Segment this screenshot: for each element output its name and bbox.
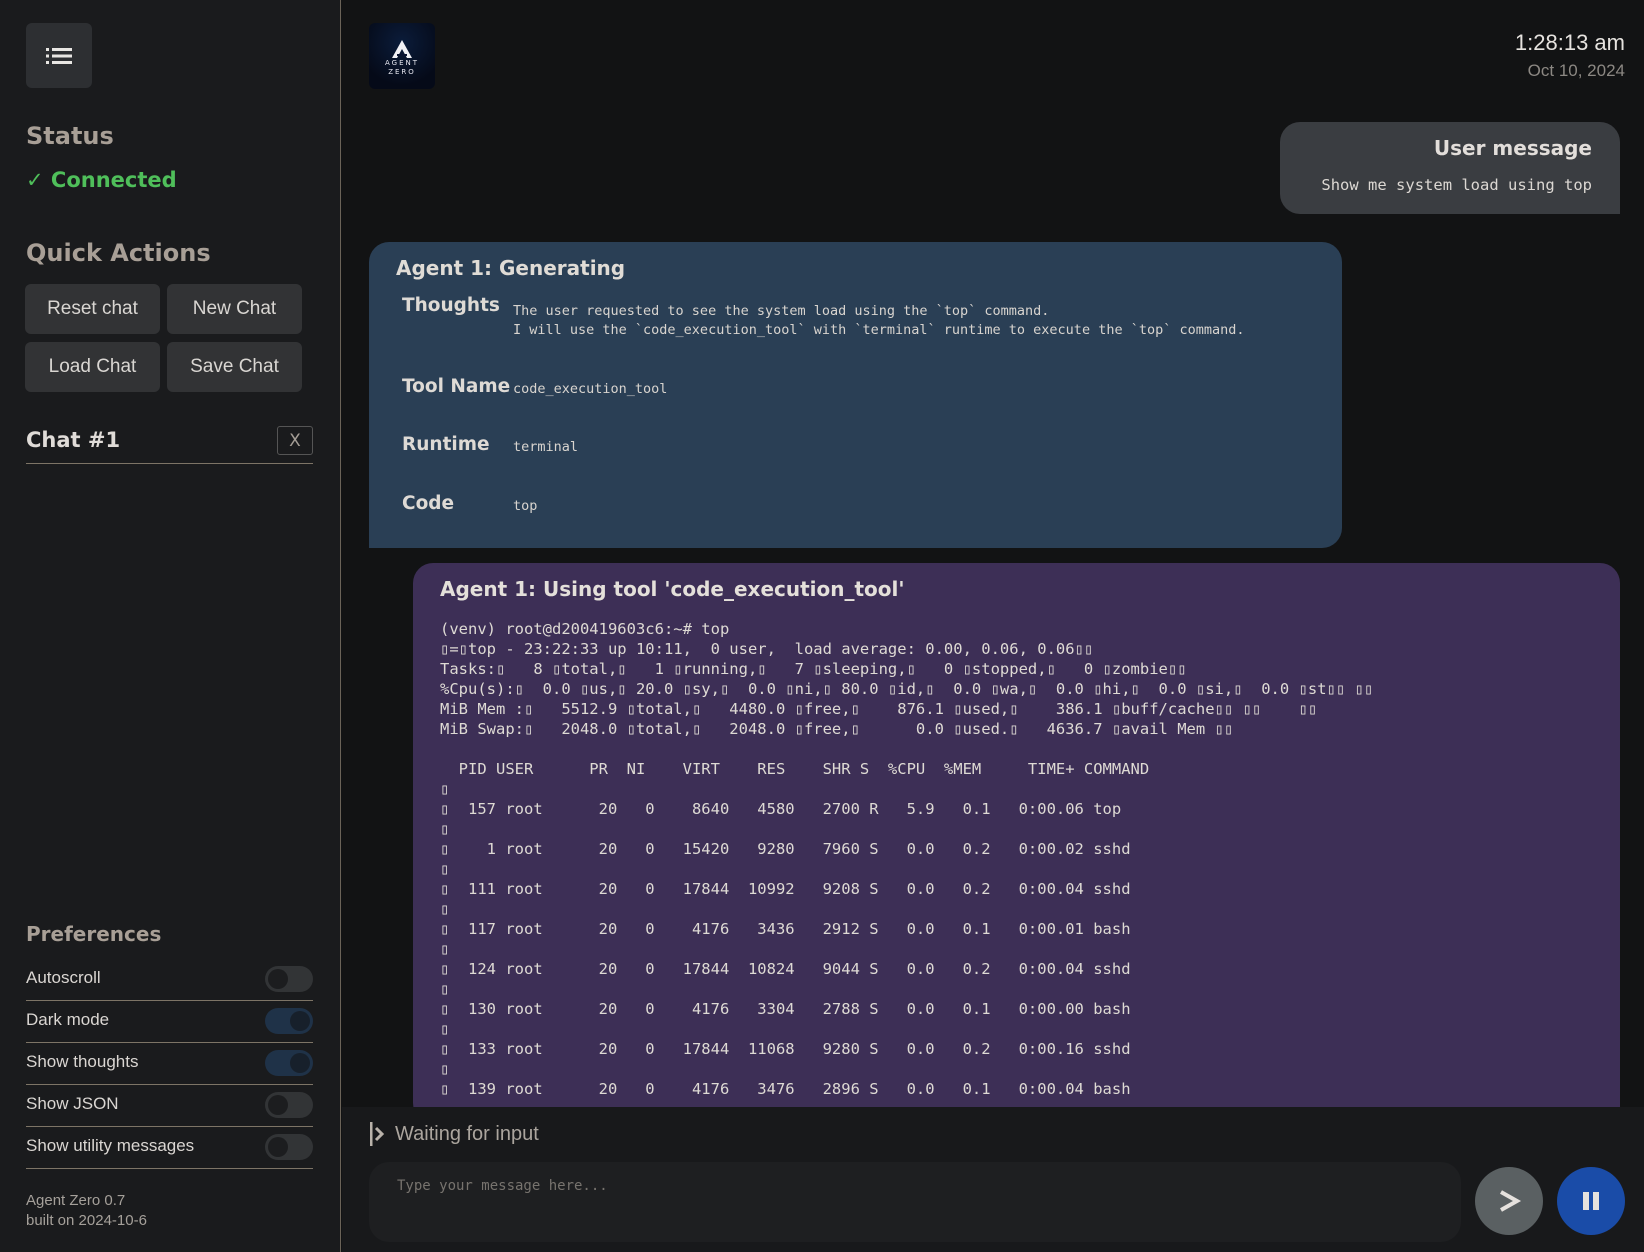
clock: 1:28:13 am Oct 10, 2024 <box>1515 30 1625 81</box>
terminal-line: ▯ <box>440 1020 450 1038</box>
reset-chat-button[interactable]: Reset chat <box>25 284 160 334</box>
pref-label: Show JSON <box>26 1094 119 1113</box>
pref-show-json: Show JSON <box>26 1085 313 1127</box>
autoscroll-toggle[interactable] <box>265 966 313 992</box>
terminal-output: (venv) root@d200419603c6:~# top ▯=▯top - … <box>440 619 1373 1099</box>
pause-icon <box>1583 1192 1599 1210</box>
toggle-knob <box>268 1137 288 1157</box>
pref-dark-mode: Dark mode <box>26 1001 313 1043</box>
terminal-line: ▯ 157 root 20 0 8640 4580 2700 R 5.9 0.1… <box>440 800 1122 818</box>
load-chat-button[interactable]: Load Chat <box>25 342 160 392</box>
pref-show-thoughts: Show thoughts <box>26 1043 313 1085</box>
tool-output-message: Agent 1: Using tool 'code_execution_tool… <box>413 563 1620 1123</box>
terminal-line: MiB Mem :▯ 5512.9 ▯total,▯ 4480.0 ▯free,… <box>440 700 1318 718</box>
code-label: Code <box>402 493 455 514</box>
terminal-line: ▯=▯top - 23:22:33 up 10:11, 0 user, load… <box>440 640 1094 658</box>
terminal-line: ▯ 111 root 20 0 17844 10992 9208 S 0.0 0… <box>440 880 1131 898</box>
terminal-line: ▯ 133 root 20 0 17844 11068 9280 S 0.0 0… <box>440 1040 1131 1058</box>
send-button[interactable] <box>1475 1167 1543 1235</box>
pref-show-utility-messages: Show utility messages <box>26 1127 313 1169</box>
terminal-line: ▯ 1 root 20 0 15420 9280 7960 S 0.0 0.2 … <box>440 840 1131 858</box>
quick-actions-heading: Quick Actions <box>26 239 211 267</box>
toggle-knob <box>290 1011 310 1031</box>
terminal-line: ▯ <box>440 1060 450 1078</box>
logo-text: ZERO <box>388 68 416 76</box>
agent-generating-message: Agent 1: Generating Thoughts The user re… <box>369 242 1342 548</box>
progress-caret-icon <box>370 1122 385 1146</box>
close-chat-button[interactable]: X <box>277 426 313 455</box>
show-thoughts-toggle[interactable] <box>265 1050 313 1076</box>
toggle-knob <box>290 1053 310 1073</box>
chat-list-item[interactable]: Chat #1 X <box>26 426 313 464</box>
toggle-knob <box>268 969 288 989</box>
terminal-line: ▯ <box>440 900 450 918</box>
terminal-line: %Cpu(s):▯ 0.0 ▯us,▯ 20.0 ▯sy,▯ 0.0 ▯ni,▯… <box>440 680 1374 698</box>
terminal-line: PID USER PR NI VIRT RES SHR S %CPU %MEM … <box>440 760 1150 778</box>
terminal-line: (venv) root@d200419603c6:~# top <box>440 620 730 638</box>
show-utility-messages-toggle[interactable] <box>265 1134 313 1160</box>
terminal-line: MiB Swap:▯ 2048.0 ▯total,▯ 2048.0 ▯free,… <box>440 720 1234 738</box>
terminal-line: Tasks:▯ 8 ▯total,▯ 1 ▯running,▯ 7 ▯sleep… <box>440 660 1187 678</box>
terminal-line: ▯ 117 root 20 0 4176 3436 2912 S 0.0 0.1… <box>440 920 1131 938</box>
toggle-sidebar-button[interactable] <box>26 23 92 88</box>
pref-label: Autoscroll <box>26 968 101 987</box>
message-text: Show me system load using top <box>1321 176 1592 194</box>
terminal-line: ▯ 139 root 20 0 4176 3476 2896 S 0.0 0.1… <box>440 1080 1131 1098</box>
connection-status: ✓ Connected <box>26 168 177 192</box>
terminal-line: ▯ <box>440 940 450 958</box>
build-date: built on 2024-10-6 <box>26 1212 147 1229</box>
message-title: Agent 1: Using tool 'code_execution_tool… <box>440 577 905 601</box>
terminal-line: ▯ <box>440 860 450 878</box>
version-info: Agent Zero 0.7 built on 2024-10-6 <box>26 1191 147 1231</box>
current-time: 1:28:13 am <box>1514 30 1625 55</box>
current-date: Oct 10, 2024 <box>1527 61 1625 80</box>
thoughts-value: The user requested to see the system loa… <box>513 303 1245 338</box>
toggle-knob <box>268 1095 288 1115</box>
terminal-line: ▯ <box>440 980 450 998</box>
pref-label: Dark mode <box>26 1010 110 1029</box>
chat-message-input[interactable] <box>369 1162 1461 1242</box>
send-icon <box>1500 1190 1522 1212</box>
new-chat-button[interactable]: New Chat <box>167 284 302 334</box>
dark-mode-toggle[interactable] <box>265 1008 313 1034</box>
user-message: User message Show me system load using t… <box>1280 122 1620 214</box>
pref-label: Show utility messages <box>26 1136 195 1155</box>
code-value: top <box>513 498 538 514</box>
preferences-heading: Preferences <box>26 922 162 946</box>
logo-text: AGENT <box>384 59 420 67</box>
message-title: Agent 1: Generating <box>396 256 626 280</box>
message-title: User message <box>1433 136 1592 160</box>
agent-zero-logo: AGENT ZERO <box>369 23 435 89</box>
thoughts-label: Thoughts <box>402 295 500 316</box>
pref-autoscroll: Autoscroll <box>26 959 313 1001</box>
list-icon <box>46 47 72 64</box>
pause-button[interactable] <box>1557 1167 1625 1235</box>
progress-text: Waiting for input <box>395 1122 539 1145</box>
progress-bar: Waiting for input <box>369 1121 539 1147</box>
show-json-toggle[interactable] <box>265 1092 313 1118</box>
runtime-value: terminal <box>513 439 579 455</box>
chat-title[interactable]: Chat #1 <box>26 428 120 452</box>
logo-mark-icon <box>392 40 412 58</box>
tool-name-value: code_execution_tool <box>513 381 668 397</box>
terminal-line: ▯ <box>440 780 450 798</box>
terminal-line: ▯ 124 root 20 0 17844 10824 9044 S 0.0 0… <box>440 960 1131 978</box>
version-label: Agent Zero 0.7 <box>26 1192 126 1209</box>
sidebar: Status ✓ Connected Quick Actions Reset c… <box>0 0 341 1252</box>
tool-name-label: Tool Name <box>402 376 511 397</box>
runtime-label: Runtime <box>402 434 490 455</box>
pref-label: Show thoughts <box>26 1052 139 1071</box>
save-chat-button[interactable]: Save Chat <box>167 342 302 392</box>
status-heading: Status <box>26 122 114 150</box>
input-section: Waiting for input <box>342 1107 1644 1252</box>
terminal-line: ▯ <box>440 820 450 838</box>
terminal-line: ▯ 130 root 20 0 4176 3304 2788 S 0.0 0.1… <box>440 1000 1131 1018</box>
